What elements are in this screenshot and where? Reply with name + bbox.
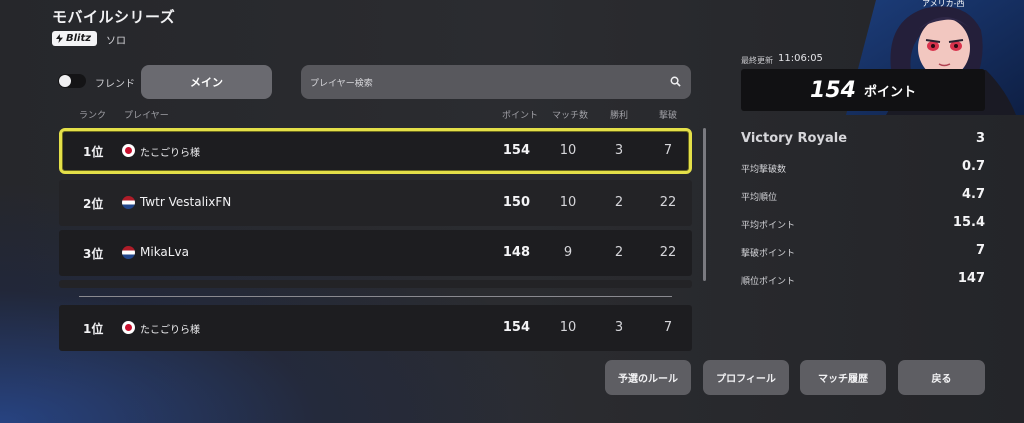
row-kills: 7 [663, 143, 673, 158]
self-rank-row[interactable]: 1位 たこごりら様 154 10 3 7 [59, 305, 692, 351]
player-search-input[interactable]: プレイヤー検索 [301, 65, 691, 99]
stat-label-kill-points: 撃破ポイント [741, 249, 796, 259]
blitz-badge-label: Blitz [66, 33, 92, 44]
match-history-button[interactable]: マッチ履歴 [800, 360, 886, 395]
row-wins: 3 [614, 143, 624, 158]
friend-toggle[interactable] [58, 74, 86, 88]
search-placeholder: プレイヤー検索 [310, 79, 373, 89]
total-points-value: 154 [810, 77, 856, 103]
stat-label-avg-points: 平均ポイント [741, 221, 796, 231]
row-matches: 10 [559, 143, 577, 158]
column-header-points: ポイント [502, 111, 539, 121]
column-header-player: プレイヤー [124, 111, 169, 121]
column-header-matches: マッチ数 [552, 111, 589, 121]
row-matches: 10 [559, 320, 577, 335]
flag-nl-icon [122, 196, 135, 209]
last-updated-time: 11:06:05 [778, 53, 823, 64]
row-rank: 1位 [83, 145, 104, 159]
mode-label: ソロ [106, 36, 126, 47]
stat-value-avg-placement: 4.7 [961, 187, 985, 202]
column-header-wins: 勝利 [610, 111, 629, 121]
profile-button[interactable]: プロフィール [703, 360, 789, 395]
leaderboard-row[interactable]: 2位 Twtr VestalixFN 150 10 2 22 [59, 180, 692, 226]
back-button[interactable]: 戻る [898, 360, 985, 395]
last-updated-label: 最終更新 [741, 56, 773, 65]
column-header-rank: ランク [79, 111, 107, 121]
stat-label-placement-points: 順位ポイント [741, 277, 796, 287]
row-rank: 2位 [83, 197, 104, 211]
row-points: 150 [502, 195, 530, 210]
row-matches: 10 [559, 195, 577, 210]
leaderboard-scrollbar[interactable] [703, 128, 706, 281]
leaderboard-row[interactable]: 3位 MikaLva 148 9 2 22 [59, 230, 692, 276]
total-points-unit: ポイント [863, 84, 916, 100]
rules-button[interactable]: 予選のルール [605, 360, 691, 395]
row-kills: 22 [659, 195, 677, 210]
row-points: 154 [502, 320, 530, 335]
stat-value-avg-points: 15.4 [952, 215, 985, 230]
row-matches: 9 [563, 245, 573, 260]
stat-label-avg-kills: 平均撃破数 [741, 165, 787, 175]
stat-label-avg-placement: 平均順位 [741, 193, 778, 203]
row-wins: 2 [614, 245, 624, 260]
toggle-knob [59, 75, 71, 87]
page-title: モバイルシリーズ [52, 8, 176, 26]
row-player-name: たこごりら様 [140, 325, 200, 336]
row-rank: 1位 [83, 322, 104, 336]
self-row-divider [79, 296, 672, 297]
row-wins: 3 [614, 320, 624, 335]
blitz-badge: Blitz [52, 31, 98, 46]
row-points: 154 [502, 143, 530, 158]
total-points-box: 154 ポイント [741, 69, 985, 111]
main-tab-button[interactable]: メイン [141, 65, 272, 99]
row-player-name: Twtr VestalixFN [140, 195, 232, 209]
bolt-icon [56, 34, 63, 43]
flag-nl-icon [122, 246, 135, 259]
leaderboard-row-partial [59, 280, 692, 288]
stat-value-kill-points: 7 [975, 243, 985, 258]
row-kills: 7 [663, 320, 673, 335]
stat-value-placement-points: 147 [957, 271, 985, 286]
row-rank: 3位 [83, 247, 104, 261]
row-kills: 22 [659, 245, 677, 260]
stat-label-victory-royale: Victory Royale [741, 131, 848, 146]
row-player-name: MikaLva [140, 245, 189, 259]
row-wins: 2 [614, 195, 624, 210]
column-header-kills: 撃破 [659, 111, 678, 121]
region-label: アメリカ-西 [922, 0, 965, 8]
row-player-name: たこごりら様 [140, 148, 200, 159]
flag-jp-icon [122, 144, 135, 157]
leaderboard-row-selected[interactable]: 1位 たこごりら様 154 10 3 7 [59, 128, 692, 174]
flag-jp-icon [122, 321, 135, 334]
friend-toggle-label: フレンド [95, 79, 135, 90]
row-points: 148 [502, 245, 530, 260]
search-icon[interactable] [670, 76, 681, 87]
stat-value-avg-kills: 0.7 [961, 159, 985, 174]
stat-value-victory-royale: 3 [975, 131, 985, 146]
